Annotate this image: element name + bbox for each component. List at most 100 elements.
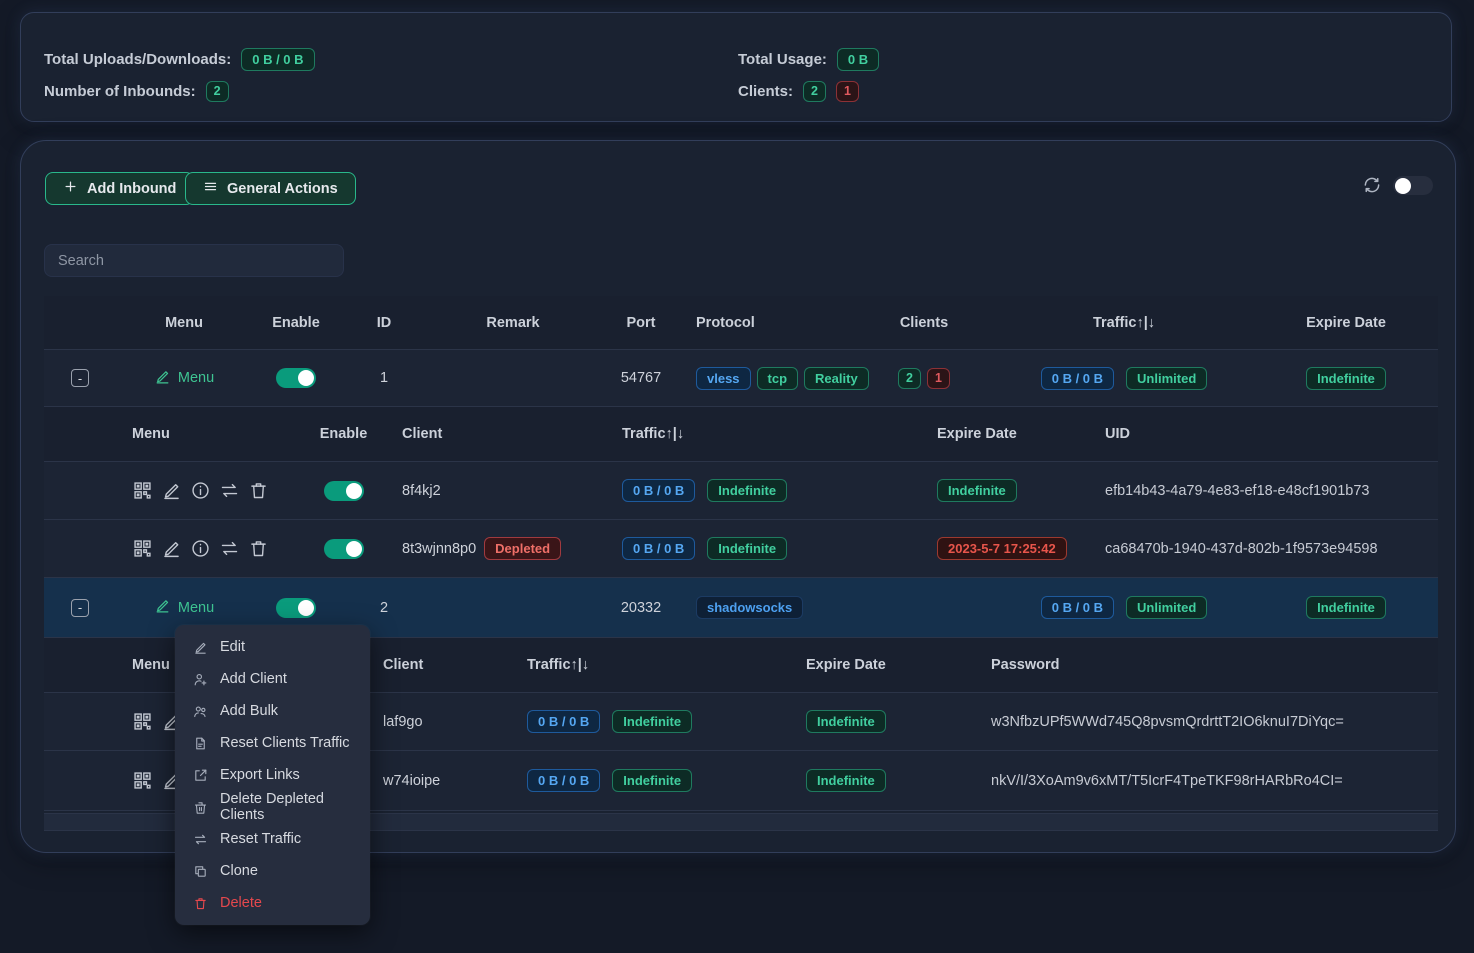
hamburger-icon xyxy=(203,179,218,198)
collapse-row-button[interactable]: - xyxy=(71,369,89,387)
sub-col-expire: Expire Date xyxy=(921,426,1101,442)
menu-item-label: Delete Depleted Clients xyxy=(220,791,356,823)
sub-col-password: Password xyxy=(991,657,1438,673)
stats-card: Total Uploads/Downloads: 0 B / 0 B Numbe… xyxy=(20,12,1452,122)
add-inbound-button[interactable]: Add Inbound xyxy=(45,172,194,205)
inbound-menu-dropdown-open[interactable]: Menu xyxy=(154,597,214,618)
menu-item-delete[interactable]: Delete xyxy=(175,887,370,919)
menu-item-label: Add Bulk xyxy=(220,703,278,719)
inbound-id: 2 xyxy=(340,600,428,616)
inbound-menu-dropdown[interactable]: Menu xyxy=(154,368,214,389)
sub-col-enable: Enable xyxy=(301,426,386,442)
reset-client-traffic-icon[interactable] xyxy=(219,480,240,501)
client-traffic-badge: 0 B / 0 B xyxy=(527,710,600,733)
refresh-icon[interactable] xyxy=(1362,175,1382,195)
expire-badge: Indefinite xyxy=(1306,596,1386,619)
client-name: 8t3wjnn8p0 xyxy=(402,541,476,557)
col-traffic-sort[interactable]: Traffic↑|↓ xyxy=(994,315,1254,331)
menu-item-edit[interactable]: Edit xyxy=(175,631,370,663)
reset-client-traffic-icon[interactable] xyxy=(219,538,240,559)
enable-toggle[interactable] xyxy=(276,598,316,618)
inbound-context-menu: Edit Add Client Add Bulk Reset Clients T… xyxy=(175,625,370,925)
client-expire-badge: Indefinite xyxy=(806,710,886,733)
delete-client-icon[interactable] xyxy=(248,538,269,559)
total-usage-label: Total Usage: xyxy=(738,51,827,68)
dark-mode-toggle[interactable] xyxy=(1393,176,1433,195)
menu-item-reset-traffic[interactable]: Reset Traffic xyxy=(175,823,370,855)
client-traffic-badge: 0 B / 0 B xyxy=(622,537,695,560)
search-input[interactable] xyxy=(44,244,344,277)
col-protocol: Protocol xyxy=(684,315,854,331)
collapse-row-button[interactable]: - xyxy=(71,599,89,617)
info-icon[interactable] xyxy=(190,538,211,559)
inbound-menu-label: Menu xyxy=(178,370,214,386)
reset-traffic-icon xyxy=(193,832,208,847)
client-traffic-limit-badge: Indefinite xyxy=(612,769,692,792)
col-expire-date: Expire Date xyxy=(1254,315,1438,331)
qrcode-icon[interactable] xyxy=(132,538,153,559)
protocol-tag: vless xyxy=(696,367,751,390)
menu-item-export-links[interactable]: Export Links xyxy=(175,759,370,791)
general-actions-button[interactable]: General Actions xyxy=(185,172,356,205)
client-enable-toggle[interactable] xyxy=(324,539,364,559)
network-tag: tcp xyxy=(757,367,799,390)
client-traffic-limit-badge: Indefinite xyxy=(707,479,787,502)
clients-active-count: 2 xyxy=(803,81,826,102)
client-password: nkV/I/3XoAm9v6xMT/T5IcrF4TpeTKF98rHARbRo… xyxy=(991,773,1438,789)
client-uid: efb14b43-4a79-4e83-ef18-e48cf1901b73 xyxy=(1101,483,1438,499)
col-enable: Enable xyxy=(252,315,340,331)
col-clients: Clients xyxy=(854,315,994,331)
plus-icon xyxy=(63,179,78,198)
inbound-row-1: - Menu 1 54767 vless tcp Reality 2 1 xyxy=(44,350,1438,407)
sub-col-traffic-sort[interactable]: Traffic↑|↓ xyxy=(511,657,806,673)
clone-icon xyxy=(193,864,208,879)
delete-depleted-icon xyxy=(193,800,208,815)
client-traffic-badge: 0 B / 0 B xyxy=(622,479,695,502)
client-expire-badge: 2023-5-7 17:25:42 xyxy=(937,537,1067,560)
edit-icon xyxy=(193,640,208,655)
menu-item-add-client[interactable]: Add Client xyxy=(175,663,370,695)
client-enable-toggle[interactable] xyxy=(324,481,364,501)
number-of-inbounds-value: 2 xyxy=(206,81,229,102)
clients-subtable-inbound-1: Menu Enable Client Traffic↑|↓ Expire Dat… xyxy=(44,407,1438,578)
traffic-badge: 0 B / 0 B xyxy=(1041,367,1114,390)
total-usage-value: 0 B xyxy=(837,48,879,71)
qrcode-icon[interactable] xyxy=(132,480,153,501)
user-add-icon xyxy=(193,672,208,687)
clients-active-badge: 2 xyxy=(898,368,921,389)
menu-item-add-bulk[interactable]: Add Bulk xyxy=(175,695,370,727)
menu-item-clone[interactable]: Clone xyxy=(175,855,370,887)
edit-pencil-icon xyxy=(154,597,171,618)
qrcode-icon[interactable] xyxy=(132,711,153,732)
client-password: w3NfbzUPf5WWd745Q8pvsmQrdrttT2IO6knuI7Di… xyxy=(991,714,1438,730)
client-name: w74ioipe xyxy=(379,773,511,789)
sub-col-uid: UID xyxy=(1101,426,1438,442)
subtable-header-row: Menu Enable Client Traffic↑|↓ Expire Dat… xyxy=(44,407,1438,462)
col-id: ID xyxy=(340,315,428,331)
clients-depleted-count: 1 xyxy=(836,81,859,102)
delete-client-icon[interactable] xyxy=(248,480,269,501)
client-row-8t3wjnn8p0: 8t3wjnn8p0 Depleted 0 B / 0 B Indefinite… xyxy=(44,520,1438,578)
sub-col-traffic-sort[interactable]: Traffic↑|↓ xyxy=(606,426,921,442)
menu-item-label: Export Links xyxy=(220,767,300,783)
client-expire-badge: Indefinite xyxy=(937,479,1017,502)
client-traffic-badge: 0 B / 0 B xyxy=(527,769,600,792)
inbound-id: 1 xyxy=(340,370,428,386)
add-inbound-label: Add Inbound xyxy=(87,181,176,197)
edit-client-icon[interactable] xyxy=(161,480,182,501)
users-add-icon xyxy=(193,704,208,719)
enable-toggle[interactable] xyxy=(276,368,316,388)
qrcode-icon[interactable] xyxy=(132,770,153,791)
menu-item-label: Edit xyxy=(220,639,245,655)
edit-client-icon[interactable] xyxy=(161,538,182,559)
client-uid: ca68470b-1940-437d-802b-1f9573e94598 xyxy=(1101,541,1438,557)
general-actions-label: General Actions xyxy=(227,181,338,197)
client-name: laf9go xyxy=(379,714,511,730)
col-port: Port xyxy=(598,315,684,331)
menu-item-delete-depleted-clients[interactable]: Delete Depleted Clients xyxy=(175,791,370,823)
menu-item-reset-clients-traffic[interactable]: Reset Clients Traffic xyxy=(175,727,370,759)
total-uploads-downloads-label: Total Uploads/Downloads: xyxy=(44,51,231,68)
traffic-badge: 0 B / 0 B xyxy=(1041,596,1114,619)
info-icon[interactable] xyxy=(190,480,211,501)
menu-item-label: Reset Clients Traffic xyxy=(220,735,349,751)
